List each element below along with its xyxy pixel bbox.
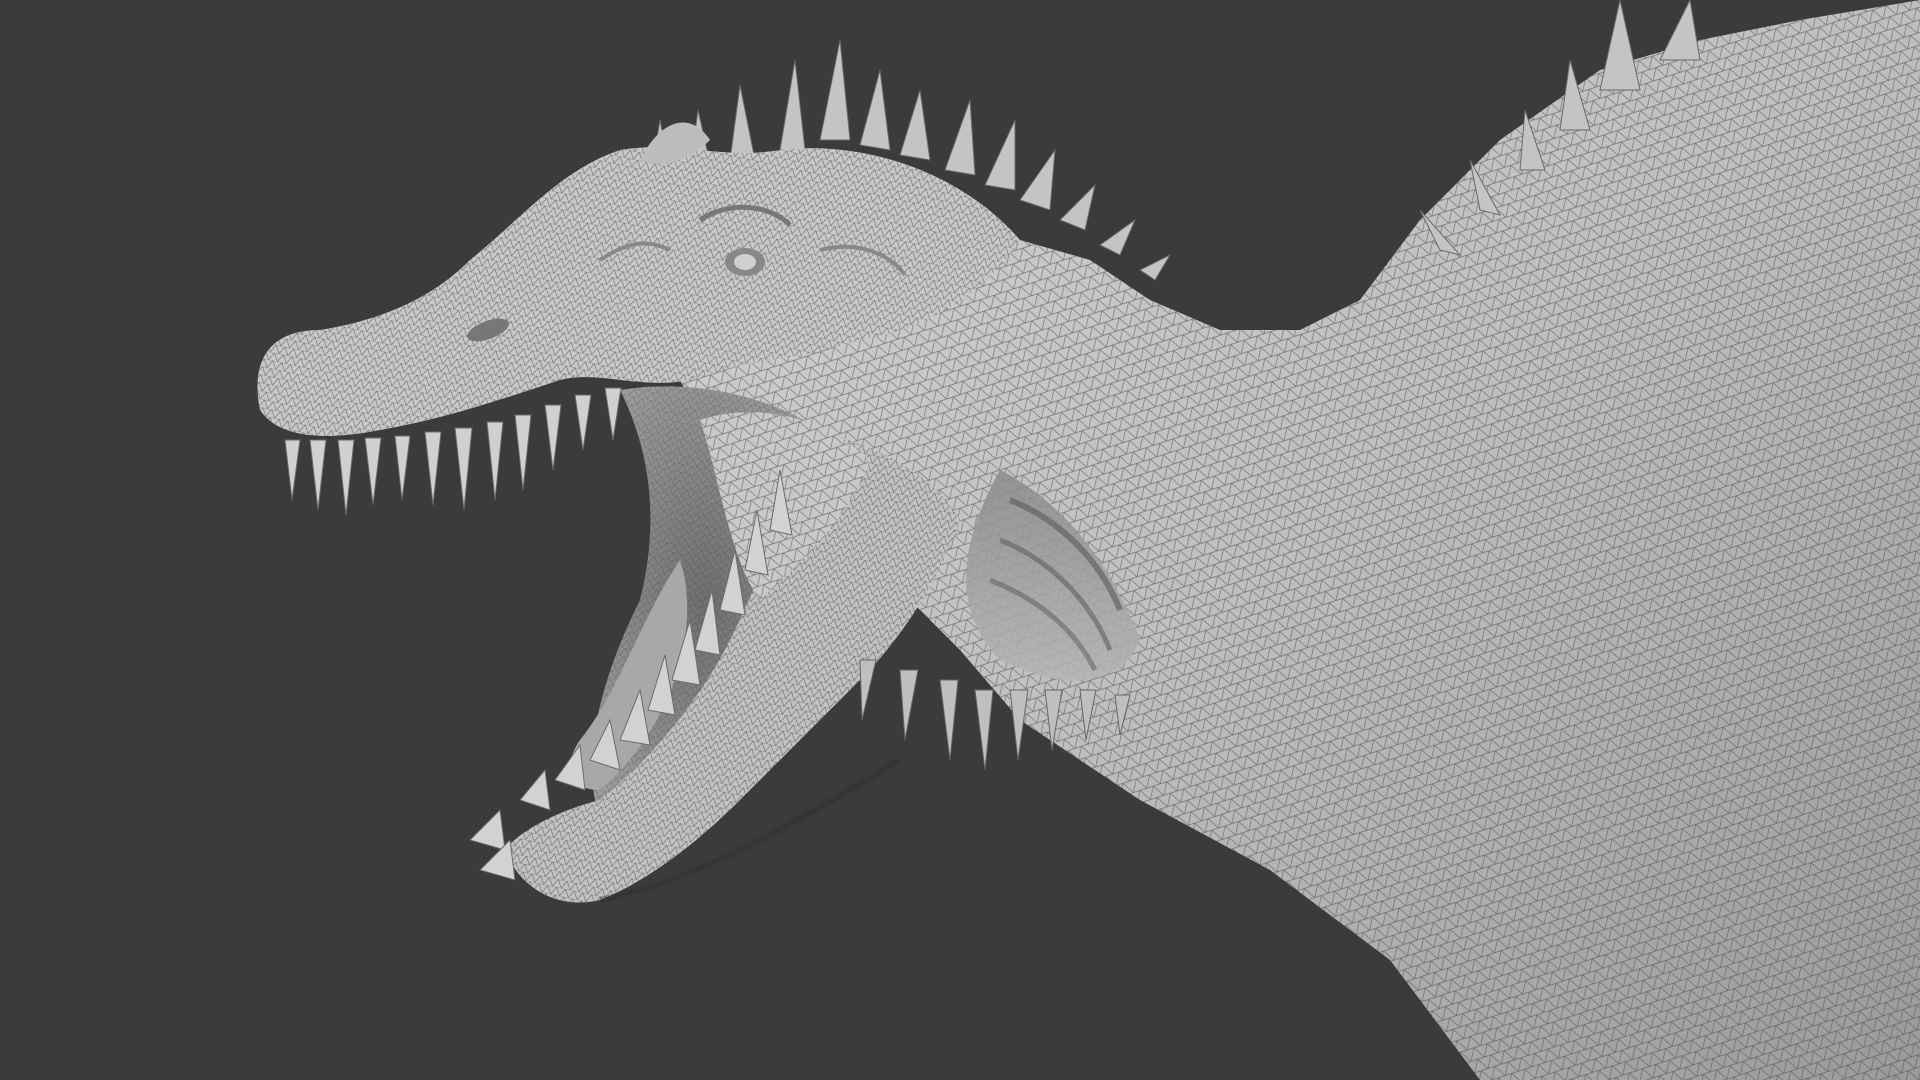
3d-viewport[interactable] <box>0 0 1920 1080</box>
dinosaur-sculpt-render[interactable] <box>0 0 1920 1080</box>
lower-jaw-mesh <box>505 412 960 903</box>
